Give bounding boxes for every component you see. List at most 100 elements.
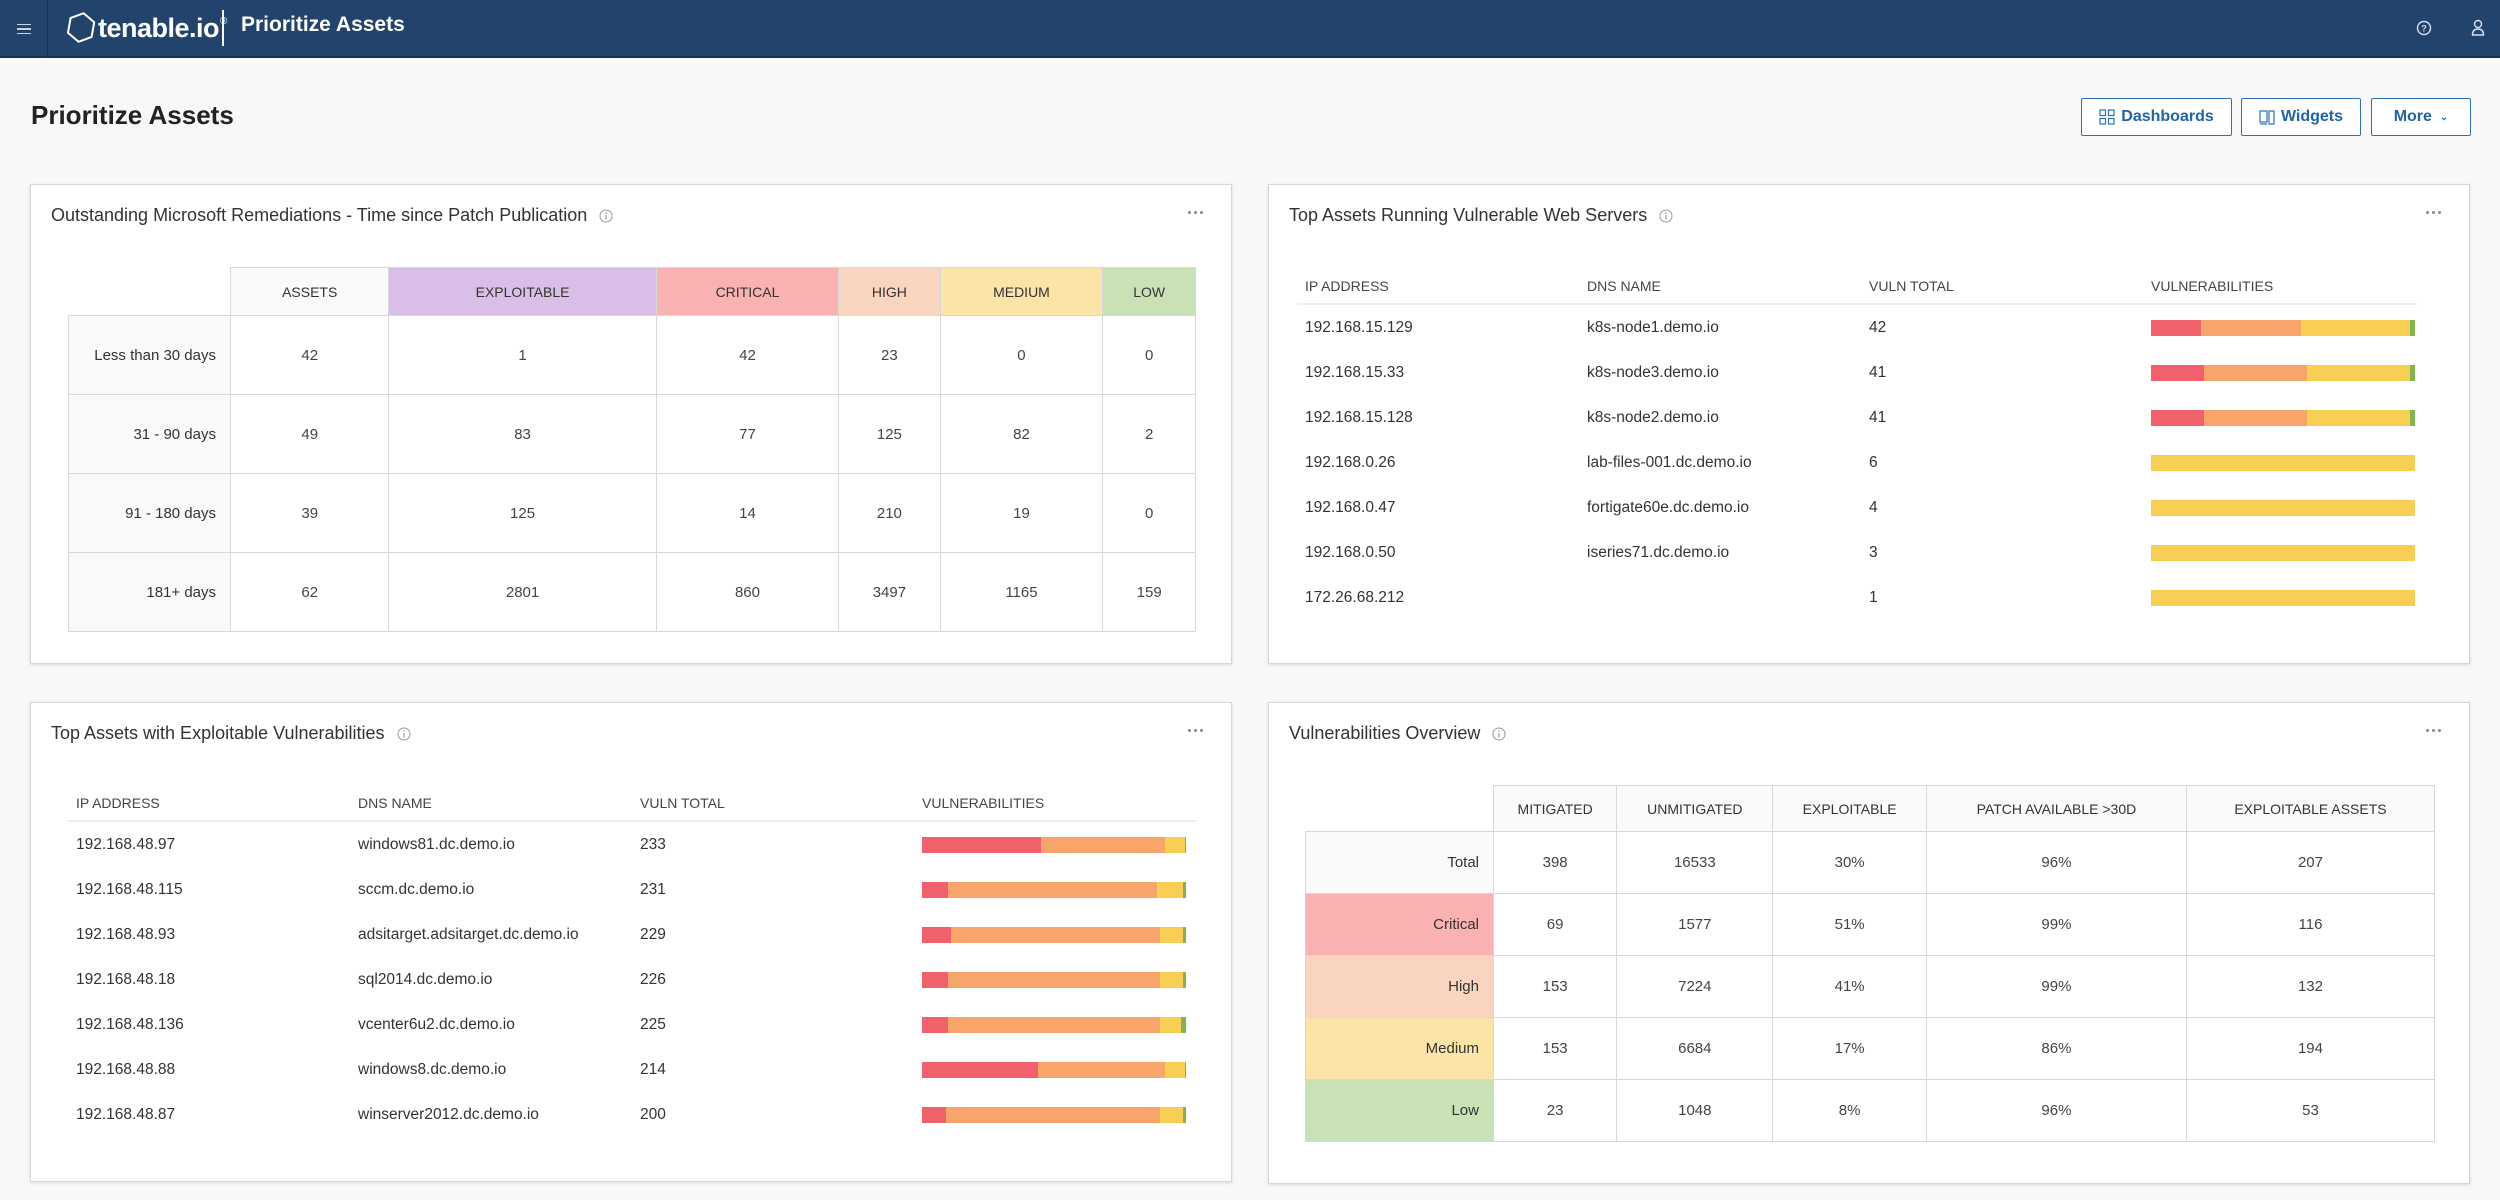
ip-address-cell: 192.168.48.97: [76, 835, 176, 853]
bar-segment-medium: [1164, 836, 1185, 853]
column-header-ip[interactable]: IP ADDRESS: [68, 795, 350, 811]
row-label-medium: Medium: [1305, 1017, 1494, 1080]
severity-bar[interactable]: [2151, 319, 2415, 336]
dns-name-cell: k8s-node3.demo.io: [1587, 363, 1719, 381]
table-cell: 7224: [1616, 955, 1774, 1018]
table-cell: 194: [2185, 1017, 2436, 1080]
table-row[interactable]: 192.168.15.128 k8s-node2.demo.io 41: [1297, 395, 2417, 440]
table-row[interactable]: 192.168.48.18 sql2014.dc.demo.io 226: [68, 957, 1196, 1002]
bar-segment-medium: [1159, 971, 1184, 988]
severity-bar[interactable]: [922, 881, 1186, 898]
menu-button[interactable]: [0, 0, 48, 58]
column-header-total[interactable]: VULN TOTAL: [1861, 278, 2143, 294]
info-icon[interactable]: [599, 209, 613, 223]
severity-bar[interactable]: [2151, 589, 2415, 606]
widget-options-menu[interactable]: [1184, 725, 1207, 736]
widget-options-menu[interactable]: [2422, 725, 2445, 736]
table-cell: 49: [229, 394, 390, 474]
table-cell: 99%: [1925, 893, 2187, 956]
severity-bar[interactable]: [922, 1016, 1186, 1033]
widget-title: Top Assets Running Vulnerable Web Server…: [1289, 205, 1673, 226]
bar-segment-critical: [922, 881, 949, 898]
table-row: 181+ days 62 2801 860 3497 1165 159: [68, 552, 1196, 632]
severity-bar[interactable]: [2151, 409, 2415, 426]
column-header-dns[interactable]: DNS NAME: [1579, 278, 1861, 294]
severity-bar[interactable]: [922, 1106, 1186, 1123]
table-row[interactable]: 192.168.15.129 k8s-node1.demo.io 42: [1297, 305, 2417, 350]
bar-segment-critical: [922, 836, 1041, 853]
table-cell: 69: [1492, 893, 1618, 956]
table-row[interactable]: 192.168.15.33 k8s-node3.demo.io 41: [1297, 350, 2417, 395]
help-button[interactable]: ?: [2414, 17, 2434, 39]
bar-segment-high: [948, 881, 1157, 898]
vulnerabilities-cell: [914, 881, 1186, 898]
dns-name-cell: k8s-node2.demo.io: [1587, 408, 1719, 426]
table-row[interactable]: 192.168.48.97 windows81.dc.demo.io 233: [68, 822, 1196, 867]
vuln-total-cell: 200: [640, 1105, 666, 1123]
table-row[interactable]: 192.168.48.115 sccm.dc.demo.io 231: [68, 867, 1196, 912]
info-icon[interactable]: [397, 727, 411, 741]
more-dropdown-button[interactable]: More ⌄: [2371, 98, 2471, 136]
severity-bar[interactable]: [2151, 364, 2415, 381]
table-cell: 99%: [1925, 955, 2187, 1018]
info-icon[interactable]: [1492, 727, 1506, 741]
ip-address-cell: 192.168.15.128: [1305, 408, 1413, 426]
severity-bar[interactable]: [922, 836, 1186, 853]
vuln-total-cell: 41: [1869, 363, 1887, 381]
table-cell: 86%: [1925, 1017, 2187, 1080]
info-icon[interactable]: [1659, 209, 1673, 223]
ip-address-cell: 192.168.15.129: [1305, 318, 1413, 336]
column-header-dns[interactable]: DNS NAME: [350, 795, 632, 811]
bar-segment-medium: [2151, 499, 2415, 516]
severity-bar[interactable]: [2151, 454, 2415, 471]
table-row[interactable]: 192.168.48.93 adsitarget.adsitarget.dc.de…: [68, 912, 1196, 957]
ip-address-cell: 192.168.0.50: [1305, 543, 1396, 561]
bar-segment-critical: [922, 1061, 1039, 1078]
table-row[interactable]: 172.26.68.212 1: [1297, 575, 2417, 620]
table-cell: 62: [229, 552, 390, 632]
menu-icon: [16, 22, 31, 36]
column-header-total[interactable]: VULN TOTAL: [632, 795, 914, 811]
table-row[interactable]: 192.168.48.88 windows8.dc.demo.io 214: [68, 1047, 1196, 1092]
widgets-button[interactable]: Widgets: [2241, 98, 2361, 136]
bar-segment-medium: [2306, 364, 2410, 381]
severity-bar[interactable]: [922, 971, 1186, 988]
table-row[interactable]: 192.168.0.26 lab-files-001.dc.demo.io 6: [1297, 440, 2417, 485]
bar-segment-low: [1183, 881, 1186, 898]
widget-options-menu[interactable]: [1184, 207, 1207, 218]
table-row[interactable]: 192.168.48.136 vcenter6u2.dc.demo.io 225: [68, 1002, 1196, 1047]
bar-segment-high: [1038, 1061, 1165, 1078]
severity-bar[interactable]: [922, 1061, 1186, 1078]
bar-segment-critical: [922, 971, 949, 988]
dashboards-button[interactable]: Dashboards: [2081, 98, 2232, 136]
dns-name-cell: lab-files-001.dc.demo.io: [1587, 453, 1752, 471]
table-row[interactable]: 192.168.0.47 fortigate60e.dc.demo.io 4: [1297, 485, 2417, 530]
severity-bar[interactable]: [922, 926, 1186, 943]
table-row[interactable]: 192.168.0.50 iseries71.dc.demo.io 3: [1297, 530, 2417, 575]
table-cell: 125: [388, 473, 657, 553]
table-cell: 23: [838, 315, 941, 395]
dns-name-cell: vcenter6u2.dc.demo.io: [358, 1015, 515, 1033]
dns-name-cell: iseries71.dc.demo.io: [1587, 543, 1730, 561]
grid-icon: [2099, 109, 2115, 125]
help-icon: ?: [2416, 20, 2432, 36]
tenable-logo[interactable]: tenable.io®: [66, 8, 227, 48]
severity-bar[interactable]: [2151, 544, 2415, 561]
vulnerabilities-cell: [2143, 409, 2415, 426]
bar-segment-low: [1180, 1016, 1186, 1033]
bar-segment-low: [1183, 1106, 1186, 1123]
table-row[interactable]: 192.168.48.87 winserver2012.dc.demo.io 200: [68, 1092, 1196, 1137]
severity-bar[interactable]: [2151, 499, 2415, 516]
column-header: UNMITIGATED: [1616, 785, 1774, 832]
ip-address-cell: 192.168.48.18: [76, 970, 176, 988]
vuln-total-cell: 41: [1869, 408, 1887, 426]
bar-segment-critical: [922, 926, 952, 943]
bar-segment-low: [1183, 971, 1186, 988]
user-menu-button[interactable]: [2468, 17, 2488, 39]
exploitable-widget: Top Assets with Exploitable Vulnerabilit…: [30, 702, 1232, 1182]
dns-name-cell: fortigate60e.dc.demo.io: [1587, 498, 1749, 516]
column-header-ip[interactable]: IP ADDRESS: [1297, 278, 1579, 294]
widget-options-menu[interactable]: [2422, 207, 2445, 218]
table-cell: 17%: [1772, 1017, 1927, 1080]
ip-address-cell: 192.168.48.115: [76, 880, 183, 898]
